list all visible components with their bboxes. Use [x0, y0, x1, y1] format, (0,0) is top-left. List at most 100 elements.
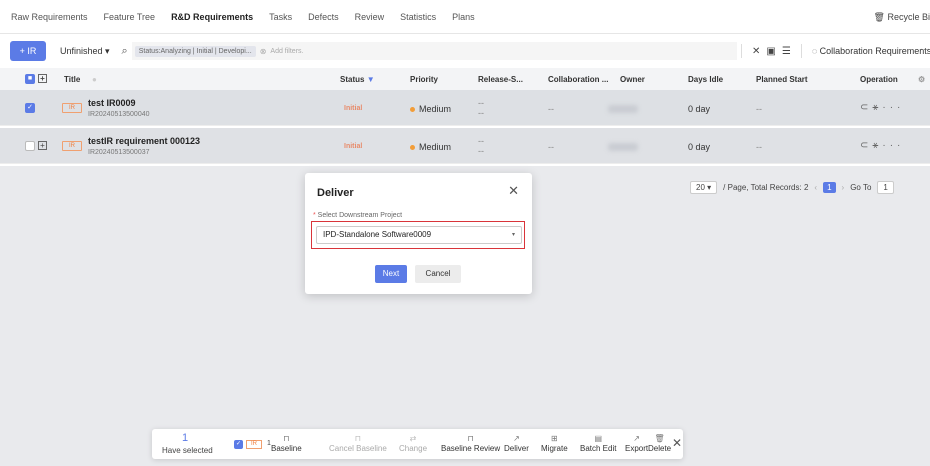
- review-icon: ⊓: [467, 434, 474, 443]
- next-button[interactable]: Next: [375, 265, 407, 283]
- collaboration-requirements-button[interactable]: ◌ Collaboration Requirements: [812, 46, 930, 56]
- release-value-2: --: [478, 146, 484, 156]
- current-page[interactable]: 1: [823, 181, 836, 193]
- tab-tasks[interactable]: Tasks: [261, 0, 300, 34]
- selected-count: 1: [182, 432, 189, 444]
- prev-page-icon[interactable]: ‹: [814, 183, 817, 192]
- selected-type-checkbox[interactable]: ✓: [234, 440, 243, 449]
- column-planned-start[interactable]: Planned Start: [756, 75, 808, 84]
- goto-input[interactable]: 1: [877, 180, 894, 194]
- priority-value[interactable]: Medium: [410, 142, 451, 152]
- clear-chip-icon[interactable]: ⊗: [260, 47, 267, 56]
- view-selector[interactable]: Unfinished ▾: [60, 46, 110, 57]
- requirement-title[interactable]: test IR0009: [88, 98, 136, 108]
- tab-review[interactable]: Review: [347, 0, 393, 34]
- next-page-icon[interactable]: ›: [842, 183, 845, 192]
- filter-icon[interactable]: ▼: [367, 75, 375, 84]
- clear-icon[interactable]: ✕: [752, 46, 760, 57]
- column-collaboration[interactable]: Collaboration ...: [548, 75, 608, 84]
- priority-dot: [410, 145, 415, 151]
- downstream-project-label: * Select Downstream Project: [313, 212, 403, 219]
- list-settings-icon[interactable]: ☰: [782, 46, 791, 57]
- split-icon[interactable]: ⚹: [872, 140, 882, 151]
- deliver-icon: ↗: [513, 434, 520, 443]
- batch-action-bar: 1 Have selected ✓ IR 1 ⊓ Baseline ⊓ Cancel…: [152, 429, 683, 459]
- deliver-button[interactable]: ↗ Deliver: [504, 433, 529, 453]
- status-filter-chip[interactable]: Status:Analyzing | Initial | Developi...: [134, 45, 256, 57]
- migrate-icon: ⊞: [550, 434, 558, 443]
- export-button[interactable]: ↗ Export: [625, 433, 648, 453]
- release-value: --: [478, 136, 484, 146]
- page-size-select[interactable]: 20 ▾: [690, 180, 718, 194]
- column-priority[interactable]: Priority: [410, 75, 438, 84]
- cancel-button[interactable]: Cancel: [415, 265, 461, 283]
- table-row[interactable]: ✓ IR test IR0009 IR20240513500040 Initia…: [0, 90, 930, 126]
- migrate-button[interactable]: ⊞ Migrate: [541, 433, 568, 453]
- settings-icon[interactable]: ⚙: [918, 75, 925, 84]
- table-row[interactable]: + IR testIR requirement 000123 IR2024051…: [0, 128, 930, 164]
- row-checkbox[interactable]: ✓: [25, 103, 35, 113]
- days-idle-value: 0 day: [688, 104, 711, 114]
- info-icon: ●: [92, 74, 97, 84]
- delete-button[interactable]: 🗑 Delete: [648, 433, 671, 453]
- ir-type-tag: IR: [62, 103, 82, 113]
- owner-avatar-blurred: [608, 105, 638, 113]
- select-all-checkbox[interactable]: ■: [25, 74, 35, 84]
- status-badge[interactable]: Initial: [344, 143, 362, 150]
- split-icon[interactable]: ⚹: [872, 102, 882, 113]
- column-release[interactable]: Release-S...: [478, 75, 523, 84]
- table-header: ■ + Title ● Status ▼ Priority Release-S.…: [0, 68, 930, 90]
- column-days-idle[interactable]: Days Idle: [688, 75, 723, 84]
- link-icon[interactable]: ⊂: [860, 140, 872, 151]
- owner-avatar-blurred: [608, 143, 638, 151]
- downstream-project-select[interactable]: IPD-Standalone Software0009 ▾: [316, 226, 522, 244]
- column-status[interactable]: Status ▼: [340, 75, 375, 84]
- collaboration-icon: ◌: [811, 46, 820, 56]
- baseline-button[interactable]: ⊓ Baseline: [271, 433, 302, 453]
- batch-edit-button[interactable]: ▤ Batch Edit: [580, 433, 616, 453]
- tab-raw-requirements[interactable]: Raw Requirements: [0, 0, 96, 34]
- trash-icon: 🗑: [654, 434, 665, 443]
- days-idle-value: 0 day: [688, 142, 711, 152]
- collaboration-value: --: [548, 104, 554, 114]
- filter-bar[interactable]: Status:Analyzing | Initial | Developi...…: [131, 42, 737, 60]
- add-filters-input[interactable]: Add filters.: [270, 48, 303, 55]
- more-icon[interactable]: ···: [882, 102, 904, 113]
- status-badge[interactable]: Initial: [344, 105, 362, 112]
- have-selected-label: Have selected: [162, 446, 213, 455]
- chevron-down-icon: ▾: [511, 232, 515, 238]
- close-icon[interactable]: ✕: [672, 436, 682, 450]
- save-view-icon[interactable]: ▣: [766, 46, 775, 57]
- close-icon[interactable]: ✕: [508, 183, 519, 199]
- column-title[interactable]: Title: [64, 75, 80, 84]
- priority-value[interactable]: Medium: [410, 104, 451, 114]
- tab-rd-requirements[interactable]: R&D Requirements: [163, 0, 261, 34]
- tab-defects[interactable]: Defects: [300, 0, 347, 34]
- tab-plans[interactable]: Plans: [444, 0, 483, 34]
- more-icon[interactable]: ···: [920, 44, 930, 55]
- goto-label: Go To: [850, 182, 872, 192]
- requirement-title[interactable]: testIR requirement 000123: [88, 136, 200, 146]
- ir-type-tag: IR: [62, 141, 82, 151]
- expand-row-icon[interactable]: +: [38, 141, 47, 150]
- expand-all-icon[interactable]: +: [38, 74, 47, 83]
- divider: [800, 44, 802, 58]
- recycle-bin-button[interactable]: 🗑 Recycle Bi: [874, 0, 930, 34]
- collaboration-value: --: [548, 142, 554, 152]
- cancel-baseline-button[interactable]: ⊓ Cancel Baseline: [329, 433, 387, 453]
- add-ir-button[interactable]: + IR: [10, 41, 46, 61]
- top-tabs: Raw Requirements Feature Tree R&D Requir…: [0, 0, 930, 34]
- change-button[interactable]: ⇄ Change: [399, 433, 427, 453]
- tab-feature-tree[interactable]: Feature Tree: [96, 0, 164, 34]
- more-icon[interactable]: ···: [882, 140, 904, 151]
- row-operations: ⊂⚹···: [860, 102, 904, 113]
- tab-statistics[interactable]: Statistics: [392, 0, 444, 34]
- ir-type-tag: IR: [246, 440, 262, 449]
- baseline-review-button[interactable]: ⊓ Baseline Review: [441, 433, 500, 453]
- row-checkbox[interactable]: [25, 141, 35, 151]
- search-icon[interactable]: ⌕: [122, 45, 128, 58]
- column-owner[interactable]: Owner: [620, 75, 645, 84]
- requirement-id: IR20240513500037: [88, 149, 150, 156]
- priority-dot: [410, 107, 415, 113]
- link-icon[interactable]: ⊂: [860, 102, 872, 113]
